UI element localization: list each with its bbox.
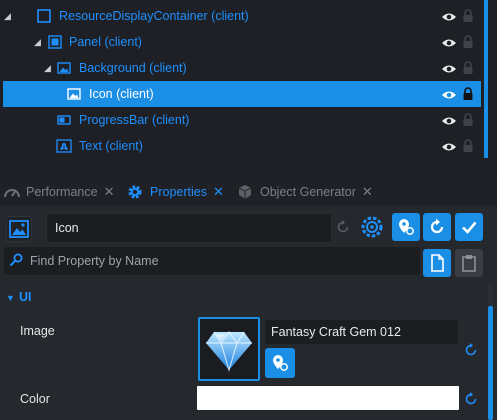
visibility-eye-icon[interactable]: [441, 37, 457, 47]
visibility-eye-icon[interactable]: [441, 11, 457, 21]
asset-locate-button[interactable]: [265, 348, 295, 378]
close-icon[interactable]: ✕: [104, 184, 115, 200]
properties-panel: ▼ UI Image Fantasy Craft Gem 012 Col: [0, 206, 497, 420]
hierarchy-item-label: Icon (client): [89, 87, 154, 101]
visibility-eye-icon[interactable]: [441, 89, 457, 99]
hierarchy-item-label: Panel (client): [69, 35, 142, 49]
confirm-check-button[interactable]: [455, 213, 483, 241]
gem-icon: [204, 324, 254, 375]
lock-icon[interactable]: [462, 113, 474, 127]
tab-properties[interactable]: Properties ✕: [126, 178, 224, 206]
visibility-eye-icon[interactable]: [441, 141, 457, 151]
reset-image-icon[interactable]: [464, 343, 478, 357]
cubes-icon: [236, 184, 254, 200]
image-icon: [57, 61, 71, 75]
hierarchy-item-progressbar[interactable]: ProgressBar (client): [0, 107, 484, 133]
lock-icon[interactable]: [462, 139, 474, 153]
hierarchy-item-icon[interactable]: Icon (client): [3, 81, 481, 107]
hierarchy-item-resourcedisplaycontainer[interactable]: ◢ ResourceDisplayContainer (client): [0, 3, 484, 29]
image-asset-name[interactable]: Fantasy Craft Gem 012: [265, 320, 458, 344]
svg-text:A: A: [60, 142, 68, 153]
hierarchy-item-label: Text (client): [79, 139, 143, 153]
color-swatch[interactable]: [197, 386, 459, 410]
properties-scrollbar[interactable]: [488, 306, 493, 420]
visibility-eye-icon[interactable]: [441, 63, 457, 73]
paste-clipboard-button[interactable]: [455, 249, 483, 277]
properties-scroll-track: [488, 284, 493, 306]
hierarchy-item-background[interactable]: ◢ Background (client): [0, 55, 484, 81]
copy-document-button[interactable]: [423, 249, 451, 277]
panel-tab-bar: Performance ✕ Properties ✕ Object Genera…: [0, 178, 497, 206]
property-search-input[interactable]: [30, 247, 418, 275]
close-icon[interactable]: ✕: [362, 184, 373, 200]
expand-triangle-icon[interactable]: ◢: [34, 37, 44, 47]
lock-icon[interactable]: [462, 9, 474, 23]
tab-label: Object Generator: [260, 185, 356, 199]
collapse-triangle-icon: ▼: [6, 293, 15, 303]
hierarchy-item-panel[interactable]: ◢ Panel (client): [0, 29, 484, 55]
image-icon: [67, 87, 81, 101]
search-icon: [9, 253, 23, 267]
lock-icon[interactable]: [462, 35, 474, 49]
lock-icon[interactable]: [462, 87, 474, 101]
gauge-icon: [3, 184, 21, 200]
hierarchy-item-label: ProgressBar (client): [79, 113, 190, 127]
network-settings-button[interactable]: [358, 213, 386, 241]
section-label: UI: [19, 290, 32, 304]
property-search-bar: [4, 247, 420, 275]
hierarchy-panel: ◢ ResourceDisplayContainer (client) ◢ Pa…: [0, 0, 497, 172]
expand-triangle-icon[interactable]: ◢: [44, 63, 54, 73]
tab-label: Performance: [26, 185, 98, 199]
close-icon[interactable]: ✕: [213, 184, 224, 200]
tab-label: Properties: [150, 185, 207, 199]
hierarchy-item-label: ResourceDisplayContainer (client): [59, 9, 249, 23]
lock-icon[interactable]: [462, 61, 474, 75]
panel-icon: [48, 35, 62, 49]
gear-icon: [126, 183, 144, 201]
tab-object-generator[interactable]: Object Generator ✕: [236, 178, 373, 206]
revert-button[interactable]: [423, 213, 451, 241]
progressbar-icon: [57, 113, 71, 127]
color-property-label: Color: [20, 392, 50, 406]
visibility-eye-icon[interactable]: [441, 115, 457, 125]
hierarchy-scrollbar[interactable]: [484, 0, 488, 158]
container-icon: [37, 9, 51, 23]
hierarchy-item-label: Background (client): [79, 61, 187, 75]
location-pin-button[interactable]: [392, 213, 420, 241]
expand-triangle-icon[interactable]: ◢: [4, 11, 14, 21]
reset-icon[interactable]: [336, 220, 350, 234]
hierarchy-item-text[interactable]: A Text (client): [0, 133, 484, 159]
tab-performance[interactable]: Performance ✕: [3, 178, 114, 206]
image-asset-thumbnail[interactable]: [198, 317, 260, 381]
object-name-input[interactable]: [46, 213, 332, 243]
reset-color-icon[interactable]: [464, 392, 478, 406]
ui-section-header[interactable]: ▼ UI: [0, 288, 497, 308]
object-type-image-icon: [6, 216, 32, 242]
image-property-label: Image: [20, 324, 55, 338]
text-icon: A: [56, 139, 72, 153]
